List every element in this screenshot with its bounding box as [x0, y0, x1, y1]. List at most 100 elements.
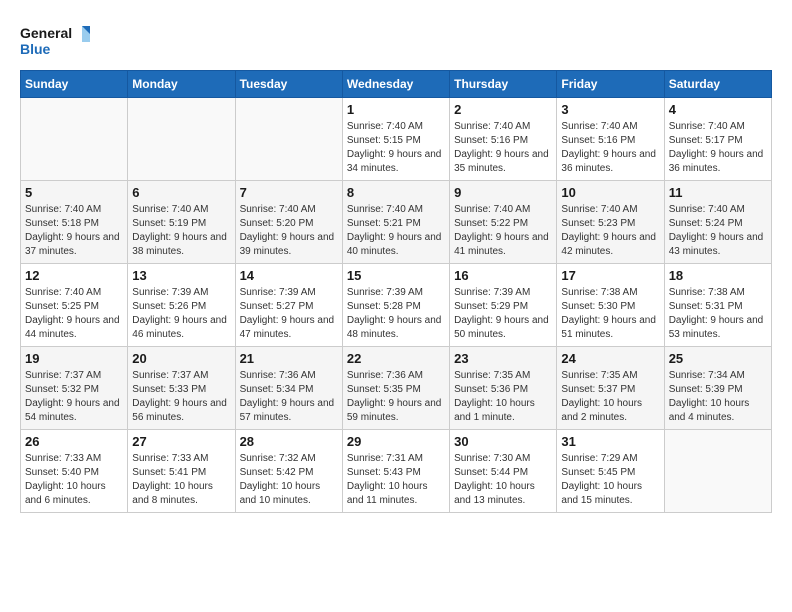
day-info: Sunrise: 7:30 AMSunset: 5:44 PMDaylight:… — [454, 453, 535, 506]
day-cell: 16 Sunrise: 7:39 AMSunset: 5:29 PMDaylig… — [450, 264, 557, 347]
page-header: General Blue — [20, 20, 772, 60]
day-number: 20 — [132, 351, 230, 366]
logo: General Blue — [20, 20, 90, 60]
day-number: 24 — [561, 351, 659, 366]
day-cell: 10 Sunrise: 7:40 AMSunset: 5:23 PMDaylig… — [557, 181, 664, 264]
day-info: Sunrise: 7:40 AMSunset: 5:18 PMDaylight:… — [25, 204, 120, 257]
day-info: Sunrise: 7:40 AMSunset: 5:19 PMDaylight:… — [132, 204, 227, 257]
day-info: Sunrise: 7:33 AMSunset: 5:41 PMDaylight:… — [132, 453, 213, 506]
day-number: 25 — [669, 351, 767, 366]
calendar-table: Sunday Monday Tuesday Wednesday Thursday… — [20, 70, 772, 513]
day-cell: 30 Sunrise: 7:30 AMSunset: 5:44 PMDaylig… — [450, 430, 557, 513]
day-info: Sunrise: 7:40 AMSunset: 5:24 PMDaylight:… — [669, 204, 764, 257]
week-row-5: 26 Sunrise: 7:33 AMSunset: 5:40 PMDaylig… — [21, 430, 772, 513]
day-cell: 1 Sunrise: 7:40 AMSunset: 5:15 PMDayligh… — [342, 98, 449, 181]
svg-text:Blue: Blue — [20, 41, 51, 57]
day-info: Sunrise: 7:40 AMSunset: 5:25 PMDaylight:… — [25, 287, 120, 340]
day-info: Sunrise: 7:38 AMSunset: 5:30 PMDaylight:… — [561, 287, 656, 340]
day-cell: 3 Sunrise: 7:40 AMSunset: 5:16 PMDayligh… — [557, 98, 664, 181]
day-number: 17 — [561, 268, 659, 283]
day-number: 19 — [25, 351, 123, 366]
header-monday: Monday — [128, 71, 235, 98]
day-number: 30 — [454, 434, 552, 449]
day-number: 4 — [669, 102, 767, 117]
day-info: Sunrise: 7:38 AMSunset: 5:31 PMDaylight:… — [669, 287, 764, 340]
day-info: Sunrise: 7:35 AMSunset: 5:36 PMDaylight:… — [454, 370, 535, 423]
day-number: 11 — [669, 185, 767, 200]
day-number: 15 — [347, 268, 445, 283]
day-cell: 17 Sunrise: 7:38 AMSunset: 5:30 PMDaylig… — [557, 264, 664, 347]
day-cell: 2 Sunrise: 7:40 AMSunset: 5:16 PMDayligh… — [450, 98, 557, 181]
week-row-3: 12 Sunrise: 7:40 AMSunset: 5:25 PMDaylig… — [21, 264, 772, 347]
day-cell: 28 Sunrise: 7:32 AMSunset: 5:42 PMDaylig… — [235, 430, 342, 513]
day-cell: 20 Sunrise: 7:37 AMSunset: 5:33 PMDaylig… — [128, 347, 235, 430]
day-info: Sunrise: 7:40 AMSunset: 5:16 PMDaylight:… — [454, 121, 549, 174]
day-cell: 18 Sunrise: 7:38 AMSunset: 5:31 PMDaylig… — [664, 264, 771, 347]
day-cell — [128, 98, 235, 181]
day-cell: 24 Sunrise: 7:35 AMSunset: 5:37 PMDaylig… — [557, 347, 664, 430]
day-cell — [21, 98, 128, 181]
day-cell: 11 Sunrise: 7:40 AMSunset: 5:24 PMDaylig… — [664, 181, 771, 264]
header-tuesday: Tuesday — [235, 71, 342, 98]
day-cell: 5 Sunrise: 7:40 AMSunset: 5:18 PMDayligh… — [21, 181, 128, 264]
day-number: 2 — [454, 102, 552, 117]
day-number: 26 — [25, 434, 123, 449]
day-number: 18 — [669, 268, 767, 283]
day-number: 3 — [561, 102, 659, 117]
day-cell: 27 Sunrise: 7:33 AMSunset: 5:41 PMDaylig… — [128, 430, 235, 513]
day-cell: 29 Sunrise: 7:31 AMSunset: 5:43 PMDaylig… — [342, 430, 449, 513]
day-cell: 12 Sunrise: 7:40 AMSunset: 5:25 PMDaylig… — [21, 264, 128, 347]
weekday-header-row: Sunday Monday Tuesday Wednesday Thursday… — [21, 71, 772, 98]
day-info: Sunrise: 7:40 AMSunset: 5:22 PMDaylight:… — [454, 204, 549, 257]
day-number: 12 — [25, 268, 123, 283]
day-info: Sunrise: 7:36 AMSunset: 5:35 PMDaylight:… — [347, 370, 442, 423]
day-info: Sunrise: 7:39 AMSunset: 5:26 PMDaylight:… — [132, 287, 227, 340]
day-cell: 23 Sunrise: 7:35 AMSunset: 5:36 PMDaylig… — [450, 347, 557, 430]
day-number: 5 — [25, 185, 123, 200]
day-cell: 31 Sunrise: 7:29 AMSunset: 5:45 PMDaylig… — [557, 430, 664, 513]
day-number: 9 — [454, 185, 552, 200]
day-info: Sunrise: 7:37 AMSunset: 5:32 PMDaylight:… — [25, 370, 120, 423]
day-cell: 14 Sunrise: 7:39 AMSunset: 5:27 PMDaylig… — [235, 264, 342, 347]
day-info: Sunrise: 7:35 AMSunset: 5:37 PMDaylight:… — [561, 370, 642, 423]
day-number: 21 — [240, 351, 338, 366]
day-cell: 8 Sunrise: 7:40 AMSunset: 5:21 PMDayligh… — [342, 181, 449, 264]
day-info: Sunrise: 7:40 AMSunset: 5:15 PMDaylight:… — [347, 121, 442, 174]
day-info: Sunrise: 7:34 AMSunset: 5:39 PMDaylight:… — [669, 370, 750, 423]
day-number: 27 — [132, 434, 230, 449]
day-cell: 26 Sunrise: 7:33 AMSunset: 5:40 PMDaylig… — [21, 430, 128, 513]
day-info: Sunrise: 7:39 AMSunset: 5:27 PMDaylight:… — [240, 287, 335, 340]
day-cell: 19 Sunrise: 7:37 AMSunset: 5:32 PMDaylig… — [21, 347, 128, 430]
week-row-4: 19 Sunrise: 7:37 AMSunset: 5:32 PMDaylig… — [21, 347, 772, 430]
day-number: 16 — [454, 268, 552, 283]
day-info: Sunrise: 7:33 AMSunset: 5:40 PMDaylight:… — [25, 453, 106, 506]
day-number: 1 — [347, 102, 445, 117]
day-info: Sunrise: 7:32 AMSunset: 5:42 PMDaylight:… — [240, 453, 321, 506]
week-row-1: 1 Sunrise: 7:40 AMSunset: 5:15 PMDayligh… — [21, 98, 772, 181]
day-cell: 13 Sunrise: 7:39 AMSunset: 5:26 PMDaylig… — [128, 264, 235, 347]
week-row-2: 5 Sunrise: 7:40 AMSunset: 5:18 PMDayligh… — [21, 181, 772, 264]
day-number: 22 — [347, 351, 445, 366]
day-cell — [664, 430, 771, 513]
day-info: Sunrise: 7:40 AMSunset: 5:21 PMDaylight:… — [347, 204, 442, 257]
day-number: 13 — [132, 268, 230, 283]
day-cell: 15 Sunrise: 7:39 AMSunset: 5:28 PMDaylig… — [342, 264, 449, 347]
day-info: Sunrise: 7:40 AMSunset: 5:17 PMDaylight:… — [669, 121, 764, 174]
day-info: Sunrise: 7:40 AMSunset: 5:23 PMDaylight:… — [561, 204, 656, 257]
svg-text:General: General — [20, 25, 72, 41]
day-info: Sunrise: 7:37 AMSunset: 5:33 PMDaylight:… — [132, 370, 227, 423]
day-cell: 25 Sunrise: 7:34 AMSunset: 5:39 PMDaylig… — [664, 347, 771, 430]
day-cell: 9 Sunrise: 7:40 AMSunset: 5:22 PMDayligh… — [450, 181, 557, 264]
day-info: Sunrise: 7:36 AMSunset: 5:34 PMDaylight:… — [240, 370, 335, 423]
day-info: Sunrise: 7:40 AMSunset: 5:20 PMDaylight:… — [240, 204, 335, 257]
day-cell: 6 Sunrise: 7:40 AMSunset: 5:19 PMDayligh… — [128, 181, 235, 264]
day-number: 14 — [240, 268, 338, 283]
day-info: Sunrise: 7:40 AMSunset: 5:16 PMDaylight:… — [561, 121, 656, 174]
logo-svg: General Blue — [20, 20, 90, 60]
day-number: 28 — [240, 434, 338, 449]
header-saturday: Saturday — [664, 71, 771, 98]
header-thursday: Thursday — [450, 71, 557, 98]
day-info: Sunrise: 7:39 AMSunset: 5:29 PMDaylight:… — [454, 287, 549, 340]
day-cell: 4 Sunrise: 7:40 AMSunset: 5:17 PMDayligh… — [664, 98, 771, 181]
day-cell: 21 Sunrise: 7:36 AMSunset: 5:34 PMDaylig… — [235, 347, 342, 430]
